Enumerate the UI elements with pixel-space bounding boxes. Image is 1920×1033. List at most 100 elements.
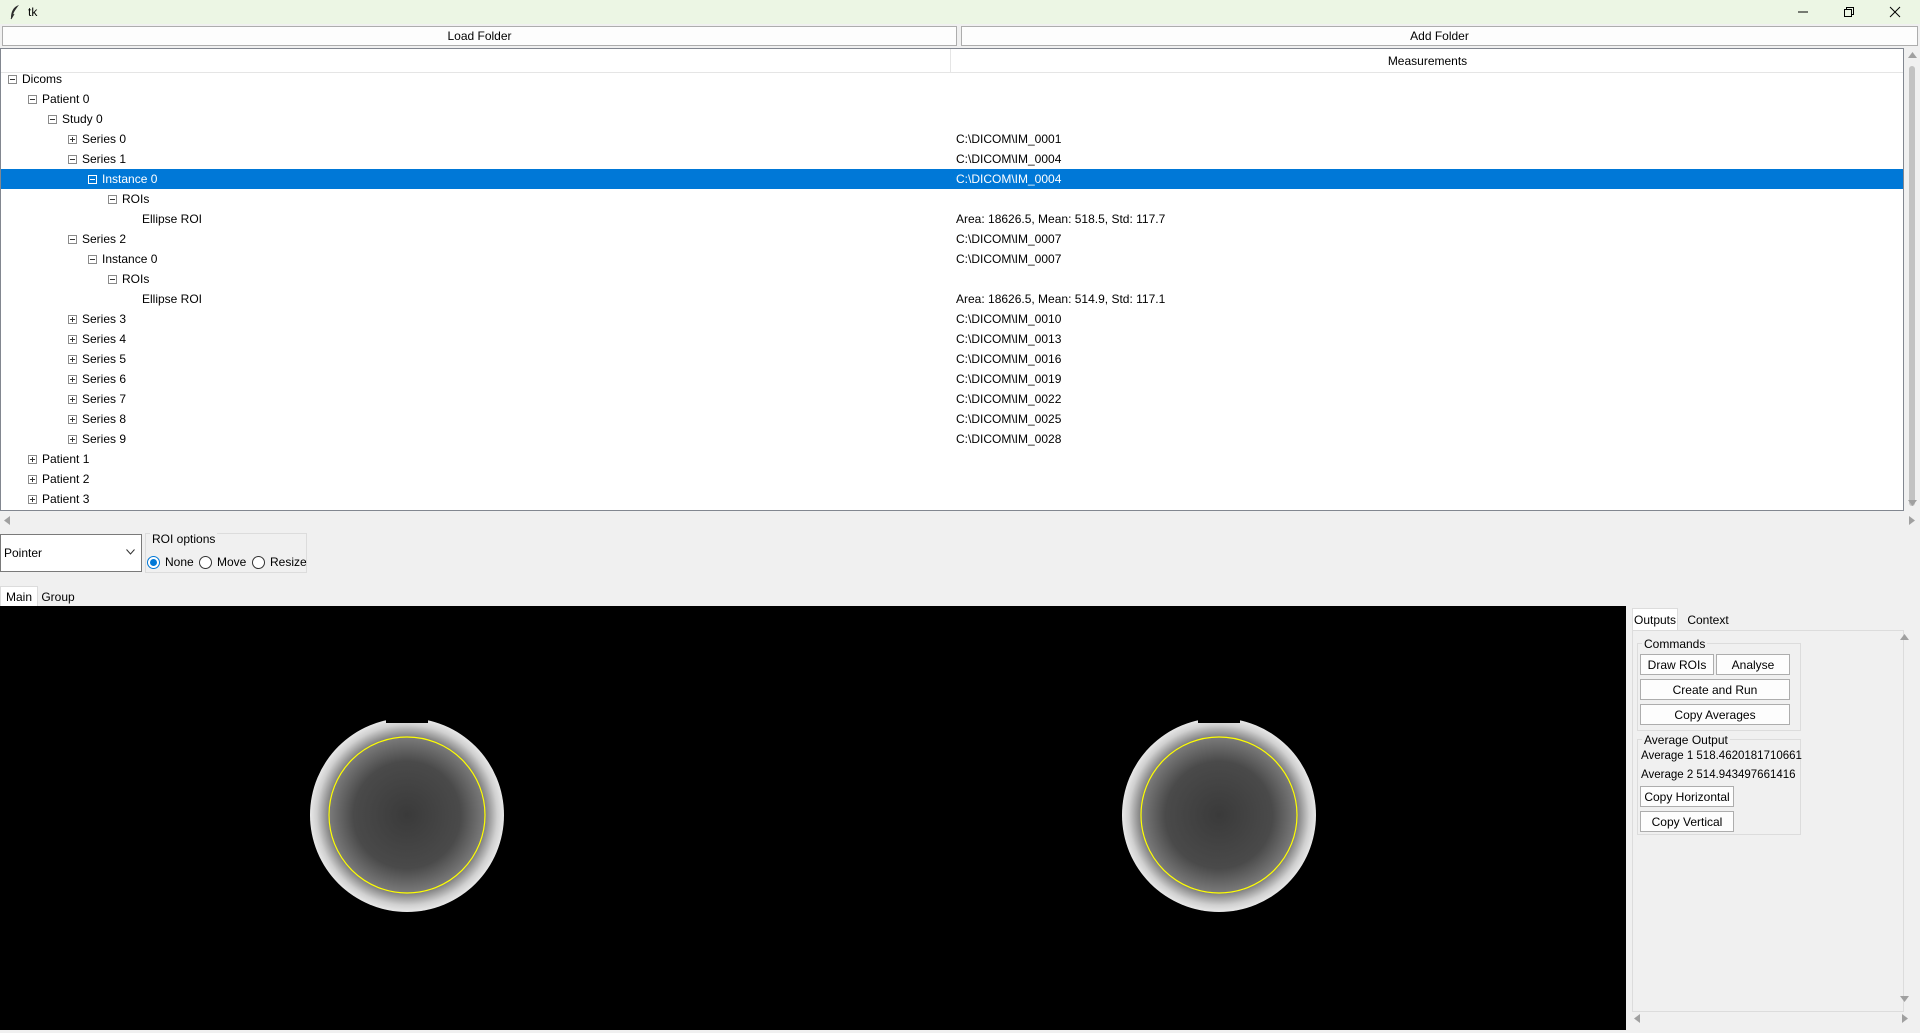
average-output-legend: Average Output [1642,733,1730,747]
collapse-icon[interactable] [108,195,117,204]
dicom-tree[interactable]: Measurements Dicoms Patient 0 Study 0 Serie… [0,48,1904,511]
tree-row[interactable]: Ellipse ROI Area: 18626.5, Mean: 518.5, S… [1,209,1903,229]
average-1-value: Average 1 518.4620181710661 [1641,750,1802,762]
roi-option-move[interactable]: Move [199,555,246,569]
tree-row[interactable]: Series 9 C:\DICOM\IM_0028 [1,429,1903,449]
tab-group[interactable]: Group [38,588,78,606]
expand-icon[interactable] [68,415,77,424]
tree-row[interactable]: Series 5 C:\DICOM\IM_0016 [1,349,1903,369]
scroll-down-icon[interactable] [1908,500,1917,506]
tree-scroll-thumb[interactable] [1909,66,1915,506]
tool-select-combobox[interactable]: Pointer [0,534,142,572]
tree-vertical-scrollbar[interactable] [1905,48,1920,511]
scroll-left-icon[interactable] [1634,1014,1640,1023]
tree-row[interactable]: Series 2 C:\DICOM\IM_0007 [1,229,1903,249]
collapse-icon[interactable] [108,275,117,284]
tab-context[interactable]: Context [1680,610,1736,630]
scroll-up-icon[interactable] [1908,52,1917,58]
analyse-button[interactable]: Analyse [1716,654,1790,675]
tree-row-label: ROIs [122,272,150,286]
collapse-icon[interactable] [88,175,97,184]
roi-option-none[interactable]: None [147,555,194,569]
copy-horizontal-button[interactable]: Copy Horizontal [1640,786,1734,807]
window-title: tk [28,5,38,19]
copy-averages-button[interactable]: Copy Averages [1640,704,1790,725]
collapse-icon[interactable] [68,235,77,244]
window-titlebar: tk [0,0,1920,24]
tree-horizontal-scrollbar[interactable] [0,512,1920,529]
roi-option-resize-label: Resize [270,555,307,569]
tree-row-label: Series 4 [82,332,127,346]
tree-row-measurement: C:\DICOM\IM_0016 [956,352,1062,366]
tree-row[interactable]: Instance 0 C:\DICOM\IM_0004 [1,169,1903,189]
expand-icon[interactable] [68,395,77,404]
tree-row-label: Study 0 [62,112,103,126]
close-button[interactable] [1872,0,1918,24]
expand-icon[interactable] [28,475,37,484]
tree-row-label: Instance 0 [102,172,158,186]
tree-row[interactable]: ROIs [1,189,1903,209]
tree-row-label: Series 8 [82,412,127,426]
scroll-up-icon[interactable] [1900,634,1909,640]
collapse-icon[interactable] [68,155,77,164]
tree-row-measurement: C:\DICOM\IM_0019 [956,372,1062,386]
tree-row-measurement: C:\DICOM\IM_0013 [956,332,1062,346]
tree-row[interactable]: Patient 0 [1,89,1903,109]
collapse-icon[interactable] [8,75,17,84]
radio-indicator[interactable] [147,555,160,569]
expand-icon[interactable] [68,315,77,324]
collapse-icon[interactable] [48,115,57,124]
expand-icon[interactable] [68,375,77,384]
tree-row[interactable]: Series 1 C:\DICOM\IM_0004 [1,149,1903,169]
outputs-vertical-scrollbar[interactable] [1897,630,1912,1010]
scroll-right-icon[interactable] [1909,516,1915,525]
tab-outputs[interactable]: Outputs [1632,608,1678,630]
add-folder-button[interactable]: Add Folder [961,26,1918,46]
roi-option-resize[interactable]: Resize [252,555,307,569]
expand-icon[interactable] [28,495,37,504]
collapse-icon[interactable] [28,95,37,104]
tree-row[interactable]: Series 7 C:\DICOM\IM_0022 [1,389,1903,409]
tree-row-label: ROIs [122,192,150,206]
expand-icon[interactable] [28,455,37,464]
tree-row[interactable]: Series 6 C:\DICOM\IM_0019 [1,369,1903,389]
tool-select-value: Pointer [4,546,43,560]
tree-row[interactable]: Dicoms [1,69,1903,89]
tree-row-label: Series 0 [82,132,127,146]
dicom-image-left [310,717,504,912]
tree-row[interactable]: Patient 3 [1,489,1903,509]
restore-button[interactable] [1826,0,1872,24]
tree-row[interactable]: Instance 0 C:\DICOM\IM_0007 [1,249,1903,269]
expand-icon[interactable] [68,135,77,144]
expand-icon[interactable] [68,435,77,444]
image-viewer-canvas[interactable] [0,606,1626,1030]
radio-indicator[interactable] [199,555,212,569]
scroll-right-icon[interactable] [1902,1014,1908,1023]
load-folder-button[interactable]: Load Folder [2,26,957,46]
minimize-button[interactable] [1780,0,1826,24]
outputs-horizontal-scrollbar[interactable] [1632,1010,1912,1026]
tree-row[interactable]: ROIs [1,269,1903,289]
chevron-down-icon [126,549,135,555]
tree-row[interactable]: Series 8 C:\DICOM\IM_0025 [1,409,1903,429]
collapse-icon[interactable] [88,255,97,264]
roi-option-none-label: None [165,555,194,569]
tree-row[interactable]: Series 4 C:\DICOM\IM_0013 [1,329,1903,349]
scroll-down-icon[interactable] [1900,996,1909,1002]
expand-icon[interactable] [68,355,77,364]
tree-row[interactable]: Study 0 [1,109,1903,129]
tree-row[interactable]: Patient 1 [1,449,1903,469]
scroll-left-icon[interactable] [4,516,10,525]
tree-row-label: Ellipse ROI [142,212,203,226]
tree-row[interactable]: Ellipse ROI Area: 18626.5, Mean: 514.9, S… [1,289,1903,309]
tree-row[interactable]: Patient 2 [1,469,1903,489]
draw-rois-button[interactable]: Draw ROIs [1640,654,1714,675]
copy-vertical-button[interactable]: Copy Vertical [1640,811,1734,832]
create-and-run-button[interactable]: Create and Run [1640,679,1790,700]
expand-icon[interactable] [68,335,77,344]
tree-row[interactable]: Series 3 C:\DICOM\IM_0010 [1,309,1903,329]
tree-row[interactable]: Series 0 C:\DICOM\IM_0001 [1,129,1903,149]
tab-main[interactable]: Main [0,586,38,606]
tree-row-measurement: Area: 18626.5, Mean: 518.5, Std: 117.7 [956,212,1166,226]
radio-indicator[interactable] [252,555,265,569]
